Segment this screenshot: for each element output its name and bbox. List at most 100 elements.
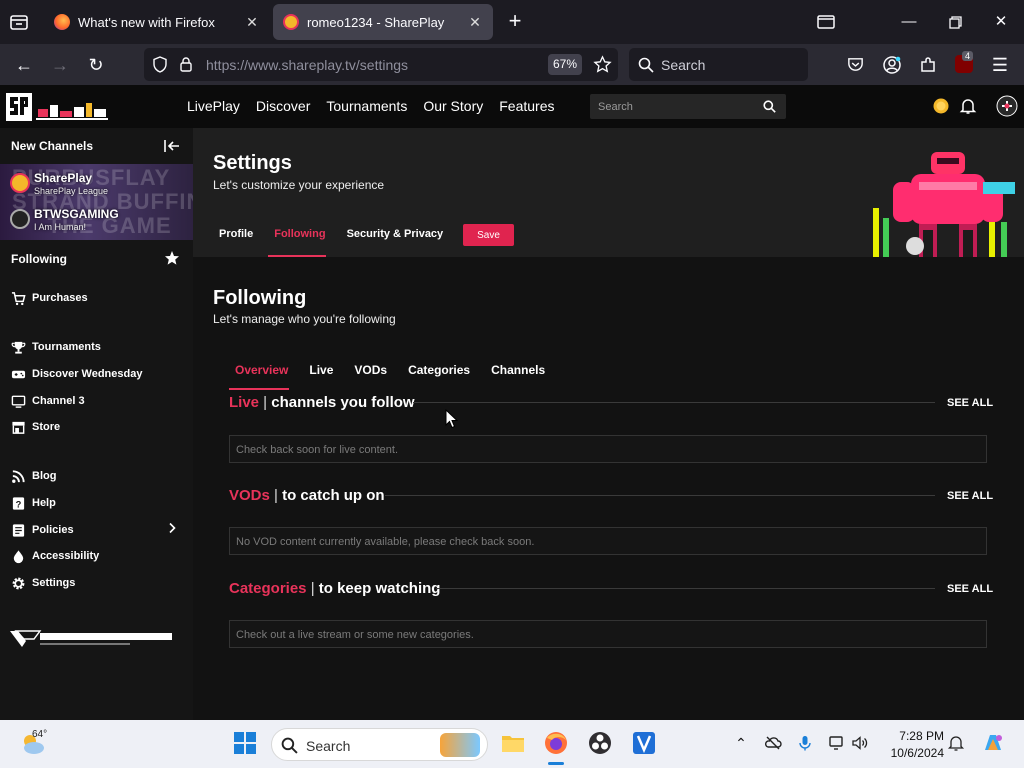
- back-icon[interactable]: ←: [11, 52, 37, 78]
- sidebar-item-label: Settings: [32, 577, 76, 589]
- tab-categories[interactable]: Categories: [408, 363, 470, 377]
- chevron-up-icon[interactable]: ⌃: [732, 734, 750, 752]
- sidebar-item-help[interactable]: ? Help: [11, 495, 56, 511]
- restore-icon[interactable]: [943, 10, 967, 34]
- close-tab-icon[interactable]: ✕: [244, 14, 260, 31]
- url-bar[interactable]: https://www.shareplay.tv/settings 67%: [144, 48, 618, 81]
- section-subtitle: Let's manage who you're following: [213, 312, 396, 326]
- live-see-all-link[interactable]: SEE ALL: [947, 397, 993, 409]
- sidebar-item-settings[interactable]: Settings: [11, 575, 75, 591]
- user-avatar-icon[interactable]: [996, 95, 1018, 117]
- nav-our-story[interactable]: Our Story: [423, 98, 483, 114]
- section-title: Following: [213, 287, 307, 309]
- onedrive-offline-icon[interactable]: [764, 734, 782, 752]
- nav-liveplay[interactable]: LivePlay: [187, 98, 240, 114]
- browser-navbar: ← → ↻ https://www.shareplay.tv/settings …: [0, 44, 1024, 85]
- sidebar-item-blog[interactable]: Blog: [11, 468, 56, 484]
- tab-security-privacy[interactable]: Security & Privacy: [347, 228, 444, 240]
- firefox-taskbar-icon[interactable]: [543, 730, 569, 756]
- page-title: Settings: [213, 152, 292, 174]
- section-highlight: Categories: [229, 580, 307, 597]
- following-heading[interactable]: Following: [11, 252, 67, 266]
- tab-list-icon[interactable]: [8, 11, 30, 33]
- search-icon[interactable]: [763, 100, 776, 113]
- browser-tabbar: What's new with Firefox ✕ romeo1234 - Sh…: [0, 0, 1024, 44]
- vods-see-all-link[interactable]: SEE ALL: [947, 490, 993, 502]
- system-clock[interactable]: 7:28 PM 10/6/2024: [878, 728, 944, 762]
- site-search-input[interactable]: [590, 94, 755, 119]
- help-icon: ?: [12, 496, 25, 510]
- channel-subtitle: I Am Human!: [34, 222, 87, 232]
- sidebar-item-label: Policies: [32, 524, 74, 536]
- video-editor-icon[interactable]: [631, 730, 657, 756]
- sidebar-item-store[interactable]: Store: [11, 419, 60, 435]
- microphone-icon[interactable]: [796, 734, 814, 752]
- extensions-icon[interactable]: [918, 55, 938, 75]
- lock-icon[interactable]: [179, 56, 193, 73]
- copilot-icon[interactable]: [980, 730, 1006, 756]
- tab-whats-new[interactable]: What's new with Firefox ✕: [44, 4, 270, 40]
- close-tab-icon[interactable]: ✕: [467, 14, 483, 31]
- coin-icon[interactable]: [932, 97, 950, 115]
- cart-icon: [11, 291, 26, 305]
- bookmark-star-icon[interactable]: [593, 55, 612, 74]
- live-section-heading: Live | channels you follow: [229, 394, 415, 411]
- sidebar-item-accessibility[interactable]: Accessibility: [11, 548, 99, 564]
- tab-vods[interactable]: VODs: [354, 363, 387, 377]
- sidebar-item-label: Blog: [32, 470, 57, 482]
- obs-icon[interactable]: [587, 730, 613, 756]
- sidebar-item-policies[interactable]: Policies: [11, 522, 74, 538]
- minimize-icon[interactable]: —: [897, 10, 921, 34]
- menu-icon[interactable]: ☰: [987, 52, 1013, 78]
- channel-item-btwsgaming[interactable]: BTWSGAMING I Am Human!: [10, 206, 190, 236]
- document-icon: [12, 523, 25, 537]
- display-icon[interactable]: [828, 734, 846, 752]
- nav-discover[interactable]: Discover: [256, 98, 310, 114]
- collapse-sidebar-icon[interactable]: [163, 138, 181, 154]
- windows-start-icon[interactable]: [232, 730, 258, 756]
- shareplay-logo[interactable]: [6, 89, 110, 125]
- tab-overview[interactable]: Overview: [235, 363, 288, 377]
- channel-name: SharePlay: [34, 171, 93, 185]
- channel-item-shareplay[interactable]: SharePlay SharePlay League: [10, 170, 190, 200]
- sidebar-item-label: Tournaments: [32, 341, 101, 353]
- tab-shareplay[interactable]: romeo1234 - SharePlay ✕: [273, 4, 493, 40]
- bell-icon[interactable]: [959, 97, 977, 115]
- browser-search-placeholder: Search: [661, 57, 706, 73]
- trophy-icon: [11, 341, 26, 354]
- forward-icon[interactable]: →: [47, 52, 73, 78]
- star-icon[interactable]: [164, 250, 180, 266]
- sidebar-item-tournaments[interactable]: Tournaments: [11, 339, 101, 355]
- close-window-icon[interactable]: ✕: [989, 10, 1013, 34]
- chevron-right-icon[interactable]: [167, 522, 177, 534]
- save-button[interactable]: Save: [463, 224, 514, 246]
- picture-in-picture-icon[interactable]: [814, 10, 838, 34]
- new-tab-icon[interactable]: +: [503, 10, 527, 34]
- categories-see-all-link[interactable]: SEE ALL: [947, 583, 993, 595]
- sidebar-item-label: Help: [32, 497, 56, 509]
- store-icon: [12, 421, 25, 434]
- tab-live[interactable]: Live: [309, 363, 333, 377]
- file-explorer-icon[interactable]: [500, 730, 526, 756]
- nav-tournaments[interactable]: Tournaments: [326, 98, 407, 114]
- pocket-icon[interactable]: [846, 55, 865, 74]
- tab-title: What's new with Firefox: [78, 14, 215, 30]
- browser-search-bar[interactable]: Search: [629, 48, 808, 81]
- page-subtitle: Let's customize your experience: [213, 178, 385, 192]
- tab-following[interactable]: Following: [274, 228, 325, 240]
- divider: [436, 588, 935, 589]
- account-icon[interactable]: [882, 55, 902, 75]
- nav-features[interactable]: Features: [499, 98, 554, 114]
- tab-profile[interactable]: Profile: [219, 228, 253, 240]
- shield-icon[interactable]: [152, 56, 168, 73]
- sidebar-item-channel-3[interactable]: Channel 3: [11, 393, 85, 409]
- notification-bell-icon[interactable]: [947, 734, 965, 752]
- volume-icon[interactable]: [851, 734, 869, 752]
- reload-icon[interactable]: ↻: [83, 52, 109, 78]
- playverse-logo[interactable]: [10, 627, 178, 651]
- taskbar-search[interactable]: Search: [271, 728, 488, 761]
- sidebar-item-purchases[interactable]: Purchases: [11, 290, 88, 306]
- tab-channels[interactable]: Channels: [491, 363, 545, 377]
- zoom-level[interactable]: 67%: [548, 54, 582, 75]
- sidebar-item-discover-wednesday[interactable]: Discover Wednesday: [11, 366, 142, 382]
